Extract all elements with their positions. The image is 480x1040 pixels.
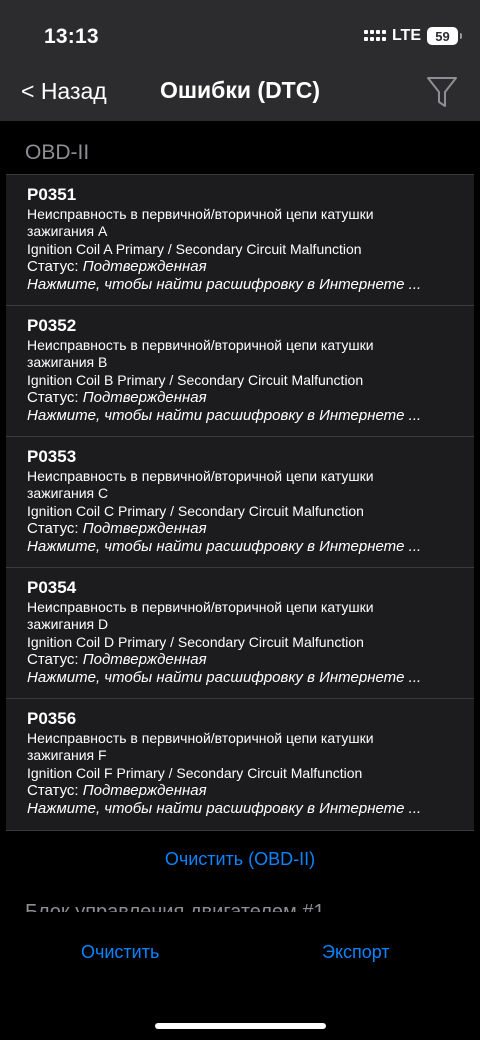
dtc-description-en: Ignition Coil F Primary / Secondary Circ… bbox=[27, 765, 363, 781]
dtc-search-hint: Нажмите, чтобы найти расшифровку в Интер… bbox=[27, 800, 422, 817]
dtc-description-en: Ignition Coil D Primary / Secondary Circ… bbox=[27, 634, 364, 650]
dtc-status: Статус: Подтвержденная bbox=[27, 389, 464, 407]
dtc-status: Статус: Подтвержденная bbox=[27, 782, 464, 800]
dtc-search-hint: Нажмите, чтобы найти расшифровку в Интер… bbox=[27, 669, 422, 686]
dtc-description-ru: Неисправность в первичной/вторичной цепи… bbox=[27, 206, 374, 239]
dtc-description-en: Ignition Coil A Primary / Secondary Circ… bbox=[27, 241, 362, 257]
dtc-code: P0354 bbox=[27, 578, 77, 597]
section-header-obd: OBD-II bbox=[25, 141, 90, 164]
dtc-status-value: Подтвержденная bbox=[82, 258, 207, 275]
clear-obd-button[interactable]: Очистить (OBD-II) bbox=[0, 849, 480, 870]
cellular-signal-icon bbox=[363, 30, 386, 42]
home-indicator[interactable] bbox=[155, 1023, 326, 1029]
dtc-status-label: Статус: bbox=[27, 389, 83, 406]
bottom-toolbar bbox=[0, 912, 480, 1040]
page-title: Ошибки (DTC) bbox=[159, 77, 321, 103]
dtc-status-label: Статус: bbox=[27, 651, 83, 668]
battery-level: 59 bbox=[435, 28, 450, 44]
dtc-description-ru: Неисправность в первичной/вторичной цепи… bbox=[27, 730, 374, 763]
dtc-status: Статус: Подтвержденная bbox=[27, 258, 464, 276]
dtc-code: P0353 bbox=[27, 447, 77, 466]
dtc-code: P0351 bbox=[27, 185, 77, 204]
dtc-row[interactable]: P0354 Неисправность в первичной/вторично… bbox=[6, 568, 474, 699]
dtc-status-label: Статус: bbox=[27, 782, 83, 799]
section-header-ecu: Блок управления двигателем #1 bbox=[25, 901, 325, 912]
dtc-status: Статус: Подтвержденная bbox=[27, 520, 464, 538]
dtc-code: P0352 bbox=[27, 316, 77, 335]
dtc-row[interactable]: P0351 Неисправность в первичной/вторично… bbox=[6, 175, 474, 306]
dtc-description-ru: Неисправность в первичной/вторичной цепи… bbox=[27, 599, 374, 632]
network-type: LTE bbox=[391, 27, 421, 44]
dtc-status-label: Статус: bbox=[27, 520, 83, 537]
dtc-row[interactable]: P0356 Неисправность в первичной/вторично… bbox=[6, 699, 474, 830]
status-time: 13:13 bbox=[44, 25, 99, 48]
battery-icon: 59 bbox=[427, 27, 462, 45]
dtc-description-en: Ignition Coil B Primary / Secondary Circ… bbox=[27, 372, 364, 388]
dtc-status-value: Подтвержденная bbox=[82, 782, 207, 799]
dtc-status-value: Подтвержденная bbox=[82, 520, 207, 537]
dtc-search-hint: Нажмите, чтобы найти расшифровку в Интер… bbox=[27, 276, 422, 293]
filter-icon[interactable] bbox=[426, 75, 458, 109]
dtc-status: Статус: Подтвержденная bbox=[27, 651, 464, 669]
dtc-row[interactable]: P0352 Неисправность в первичной/вторично… bbox=[6, 306, 474, 437]
dtc-status-value: Подтвержденная bbox=[82, 389, 207, 406]
status-indicators: LTE 59 bbox=[363, 27, 462, 45]
dtc-list: P0351 Неисправность в первичной/вторично… bbox=[6, 174, 474, 831]
dtc-description-en: Ignition Coil C Primary / Secondary Circ… bbox=[27, 503, 364, 519]
dtc-row[interactable]: P0353 Неисправность в первичной/вторично… bbox=[6, 437, 474, 568]
dtc-status-value: Подтвержденная bbox=[82, 651, 207, 668]
dtc-description-ru: Неисправность в первичной/вторичной цепи… bbox=[27, 468, 374, 501]
dtc-description-ru: Неисправность в первичной/вторичной цепи… bbox=[27, 337, 374, 370]
dtc-code: P0356 bbox=[27, 709, 77, 728]
dtc-search-hint: Нажмите, чтобы найти расшифровку в Интер… bbox=[27, 407, 422, 424]
dtc-status-label: Статус: bbox=[27, 258, 83, 275]
top-bar: 13:13 LTE 59 < Назад Ошибки (DTC) bbox=[0, 0, 480, 121]
export-button[interactable]: Экспорт bbox=[322, 942, 390, 963]
clear-all-button[interactable]: Очистить bbox=[81, 942, 159, 963]
dtc-search-hint: Нажмите, чтобы найти расшифровку в Интер… bbox=[27, 538, 422, 555]
